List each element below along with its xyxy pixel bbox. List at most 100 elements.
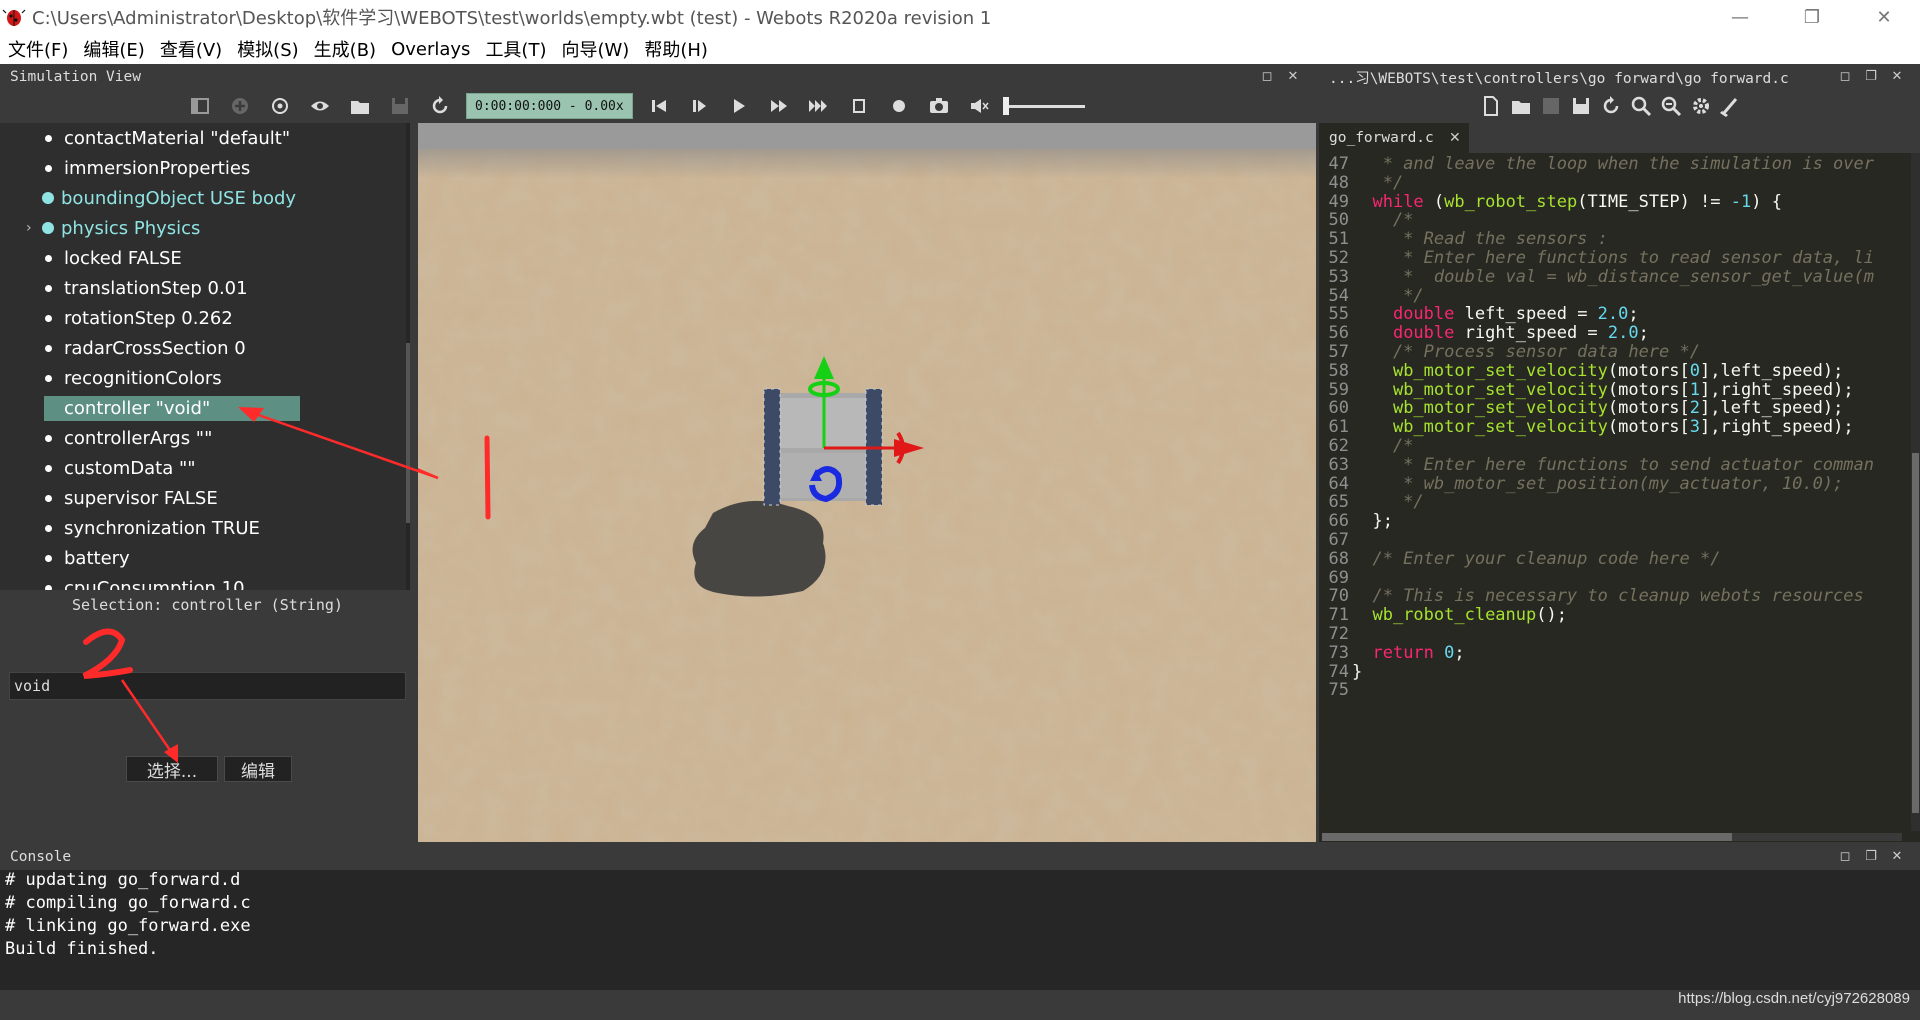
- save-file-icon[interactable]: [1536, 86, 1566, 126]
- selection-label: Selection: controller (String): [72, 596, 343, 614]
- annotation-2: [82, 628, 178, 763]
- find-icon[interactable]: [1626, 86, 1656, 126]
- editor-tab-bar: go_forward.c ✕: [1319, 123, 1920, 153]
- node-bullet-icon: [45, 464, 52, 472]
- scene-tree-item[interactable]: translationStep 0.01: [0, 273, 400, 303]
- record-icon[interactable]: [879, 86, 919, 126]
- eye-icon[interactable]: [300, 86, 340, 126]
- restore-button[interactable]: ❐: [1782, 0, 1842, 34]
- console-maximize-icon[interactable]: ❐: [1862, 848, 1880, 866]
- editor-horizontal-scrollbar[interactable]: [1322, 833, 1902, 841]
- menu-file[interactable]: 文件(F): [0, 36, 75, 62]
- node-bullet-icon: [45, 524, 52, 532]
- menu-view[interactable]: 查看(V): [152, 36, 229, 62]
- menu-build[interactable]: 生成(B): [306, 36, 383, 62]
- title-bar: C:\Users\Administrator\Desktop\软件学习\WEBO…: [0, 0, 1920, 34]
- fast-forward-icon[interactable]: [759, 86, 799, 126]
- scene-tree-item[interactable]: recognitionColors: [0, 363, 400, 393]
- console-line: Build finished.: [5, 939, 159, 959]
- node-bullet-icon: [42, 192, 54, 204]
- watermark: https://blog.csdn.net/cyj972628089: [1678, 990, 1910, 1007]
- scene-tree-scrollbar[interactable]: [406, 123, 410, 590]
- editor-float-icon[interactable]: ◻: [1836, 68, 1854, 86]
- minimize-button[interactable]: —: [1710, 0, 1770, 34]
- console-line: # compiling go_forward.c: [5, 893, 251, 913]
- volume-slider[interactable]: [999, 86, 1089, 126]
- scene-tree-item[interactable]: boundingObject USE body: [0, 183, 400, 213]
- console-close-icon[interactable]: ✕: [1888, 848, 1906, 866]
- code-area[interactable]: 47 * and leave the loop when the simulat…: [1319, 153, 1920, 831]
- scene-tree-item-label: radarCrossSection 0: [64, 337, 246, 359]
- code-editor: go_forward.c ✕ 47 * and leave the loop w…: [1319, 123, 1920, 842]
- sim-dock-float-icon[interactable]: ◻: [1258, 68, 1276, 86]
- add-node-icon[interactable]: [220, 86, 260, 126]
- film-strip-icon[interactable]: [839, 86, 879, 126]
- console-line: # updating go_forward.d: [5, 870, 241, 890]
- editor-close-icon[interactable]: ✕: [1888, 68, 1906, 86]
- node-bullet-icon: [45, 494, 52, 502]
- menu-tools[interactable]: 工具(T): [477, 36, 553, 62]
- fastest-icon[interactable]: [799, 86, 839, 126]
- scene-tree-item[interactable]: cpuConsumption 10: [0, 573, 400, 590]
- scene-tree: contactMaterial "default" immersionProper…: [0, 123, 410, 590]
- console-float-icon[interactable]: ◻: [1836, 848, 1854, 866]
- scene-tree-item[interactable]: contactMaterial "default": [0, 123, 400, 153]
- viewpoint-icon[interactable]: [260, 86, 300, 126]
- build-gear-icon[interactable]: [1686, 86, 1716, 126]
- webots-window: C:\Users\Administrator\Desktop\软件学习\WEBO…: [0, 0, 1920, 1020]
- menu-help[interactable]: 帮助(H): [636, 36, 715, 62]
- expand-arrow-icon[interactable]: ›: [26, 220, 32, 236]
- reload-world-icon[interactable]: [420, 86, 460, 126]
- editor-vertical-scrollbar[interactable]: [1911, 153, 1920, 831]
- mute-speaker-icon[interactable]: [959, 86, 999, 126]
- scene-tree-item[interactable]: synchronization TRUE: [0, 513, 400, 543]
- revert-icon[interactable]: [1596, 86, 1626, 126]
- save-world-icon[interactable]: [380, 86, 420, 126]
- scene-tree-item[interactable]: rotationStep 0.262: [0, 303, 400, 333]
- tab-close-icon[interactable]: ✕: [1449, 123, 1461, 153]
- scene-tree-item[interactable]: battery: [0, 543, 400, 573]
- open-world-icon[interactable]: [340, 86, 380, 126]
- edit-button[interactable]: 编辑: [224, 756, 292, 782]
- scene-tree-item-label: battery: [64, 547, 130, 569]
- editor-maximize-icon[interactable]: ❐: [1862, 68, 1880, 86]
- scene-tree-toggle-icon[interactable]: [180, 86, 220, 126]
- code-line: 75: [1319, 679, 1920, 702]
- camera-icon[interactable]: [919, 86, 959, 126]
- node-bullet-icon: [45, 284, 52, 292]
- status-bar: [0, 990, 1920, 1020]
- open-file-icon[interactable]: [1506, 86, 1536, 126]
- save-as-icon[interactable]: [1566, 86, 1596, 126]
- node-bullet-icon: [42, 222, 54, 234]
- menu-overlays[interactable]: Overlays: [383, 39, 477, 60]
- menu-bar: 文件(F) 编辑(E) 查看(V) 模拟(S) 生成(B) Overlays 工…: [0, 34, 1920, 64]
- node-bullet-icon: [45, 374, 52, 382]
- scene-tree-item-label: physics Physics: [61, 217, 201, 239]
- tab-go-forward[interactable]: go_forward.c: [1319, 123, 1469, 153]
- node-bullet-icon: [45, 314, 52, 322]
- scene-tree-item-label: controllerArgs "": [64, 427, 213, 449]
- annotation-mark-1: [484, 435, 491, 520]
- play-icon[interactable]: [719, 86, 759, 126]
- annotation-mark-2: [82, 628, 133, 679]
- scene-tree-item[interactable]: immersionProperties: [0, 153, 400, 183]
- menu-simulation[interactable]: 模拟(S): [229, 36, 305, 62]
- menu-wizards[interactable]: 向导(W): [553, 36, 636, 62]
- console-output: # updating go_forward.d # compiling go_f…: [0, 870, 1920, 990]
- new-file-icon[interactable]: [1476, 86, 1506, 126]
- console-title: Console: [10, 849, 72, 865]
- scene-tree-item[interactable]: radarCrossSection 0: [0, 333, 400, 363]
- reset-simulation-icon[interactable]: [639, 86, 679, 126]
- replace-icon[interactable]: [1656, 86, 1686, 126]
- scene-tree-item[interactable]: › physics Physics: [0, 213, 400, 243]
- tab-label: go_forward.c: [1329, 130, 1434, 146]
- 3d-view[interactable]: [418, 123, 1316, 842]
- scene-tree-item-label: cpuConsumption 10: [64, 577, 245, 591]
- scene-tree-item[interactable]: locked FALSE: [0, 243, 400, 273]
- sim-dock-close-icon[interactable]: ✕: [1284, 68, 1302, 86]
- clean-broom-icon[interactable]: [1716, 86, 1746, 126]
- node-bullet-icon: [45, 254, 52, 262]
- close-window-button[interactable]: ✕: [1854, 0, 1914, 34]
- menu-edit[interactable]: 编辑(E): [75, 36, 151, 62]
- step-icon[interactable]: [679, 86, 719, 126]
